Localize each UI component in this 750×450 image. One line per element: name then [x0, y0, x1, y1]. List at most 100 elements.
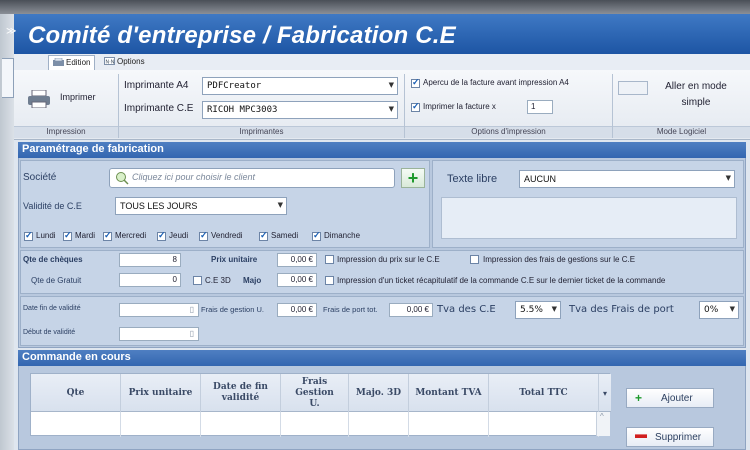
texte-libre-panel: Texte libre AUCUN ▼: [432, 160, 744, 248]
day-vendredi-checkbox[interactable]: [199, 230, 208, 241]
minus-icon: ▬: [635, 427, 647, 441]
apercu-checkbox[interactable]: [411, 77, 420, 88]
ce3d-checkbox[interactable]: [193, 276, 202, 285]
title-bar: ≫ Comité d'entreprise / Fabrication C.E: [6, 14, 750, 54]
tva-port-label: Tva des Frais de port: [569, 304, 674, 315]
texte-libre-label: Texte libre: [447, 173, 498, 185]
grid-scrollbar[interactable]: ^: [596, 412, 610, 436]
commande-grid[interactable]: Qte Prix unitaire Date de fin validité F…: [30, 373, 611, 437]
validite-value: TOUS LES JOURS: [120, 201, 198, 211]
qte-cheques-input[interactable]: 8: [119, 253, 181, 267]
tab-edition-label: Edition: [66, 58, 91, 67]
day-lundi-checkbox[interactable]: [24, 230, 33, 241]
supprimer-button[interactable]: ▬ Supprimer: [626, 427, 714, 447]
ajouter-label: Ajouter: [661, 393, 693, 404]
day-dimanche-checkbox[interactable]: [312, 230, 321, 241]
texte-libre-value: AUCUN: [524, 174, 557, 184]
mode-simple-button[interactable]: Aller en mode simple: [618, 77, 736, 117]
add-client-button[interactable]: +: [401, 168, 425, 188]
group-caption-mode: Mode Logiciel: [613, 126, 750, 138]
edition-icon: [53, 57, 64, 66]
debut-label: Début de validité: [23, 329, 76, 336]
col-montant-tva[interactable]: Montant TVA: [409, 374, 489, 412]
dropdown-arrow-icon: ▼: [388, 81, 394, 89]
frais-port-input[interactable]: 0,00 €: [389, 303, 433, 317]
scroll-up-icon[interactable]: ^: [600, 412, 604, 421]
col-qte[interactable]: Qte: [31, 374, 121, 412]
ribbon-tab-bar: Edition N·N Options: [14, 54, 750, 70]
dropdown-arrow-icon: ▼: [388, 105, 394, 113]
qte-gratuit-input[interactable]: 0: [119, 273, 181, 287]
ajouter-button[interactable]: + Ajouter: [626, 388, 714, 408]
plus-icon: +: [407, 168, 419, 188]
impression-prix-checkbox[interactable]: [325, 255, 334, 264]
tva-ce-value: 5.5%: [520, 305, 543, 315]
dates-tva-panel: Date fin de validité ▯ Frais de gestion …: [20, 296, 744, 346]
parametrage-header: Paramétrage de fabrication: [18, 142, 746, 158]
ce3d-label: C.E 3D: [205, 276, 231, 285]
impression-ticket-checkbox[interactable]: [325, 276, 334, 285]
grid-column: [31, 412, 121, 437]
printer-ce-value: RICOH MPC3003: [207, 105, 278, 115]
window-menu-icon[interactable]: ≫: [6, 26, 16, 37]
printer-ce-select[interactable]: RICOH MPC3003 ▼: [202, 101, 398, 119]
date-fin-input[interactable]: ▯: [119, 303, 199, 317]
texte-libre-select[interactable]: AUCUN ▼: [519, 170, 735, 188]
apercu-label: Apercu de la facture avant impression A4: [423, 78, 569, 87]
day-jeudi-label: Jeudi: [169, 231, 189, 240]
tab-edition[interactable]: Edition: [48, 55, 96, 70]
grid-header-dropdown-icon[interactable]: ▾: [599, 374, 611, 412]
texte-libre-area[interactable]: [441, 197, 737, 239]
tab-options[interactable]: N·N Options: [100, 55, 149, 70]
day-jeudi-checkbox[interactable]: [157, 230, 166, 241]
imprimer-facture-checkbox[interactable]: [411, 101, 420, 112]
impression-frais-checkbox[interactable]: [470, 255, 479, 264]
validite-label: Validité de C.E: [23, 201, 82, 211]
printer-icon: [28, 89, 50, 110]
group-caption-impression: Impression: [14, 126, 118, 138]
group-caption-options: Options d'impression: [405, 126, 612, 138]
desktop-top-strip: [0, 0, 750, 14]
impression-frais-label: Impression des frais de gestions sur le …: [483, 255, 636, 264]
mode-simple-label: Aller en mode simple: [665, 81, 727, 108]
majo-input[interactable]: 0,00 €: [277, 273, 317, 287]
dropdown-arrow-icon: ▼: [277, 201, 283, 209]
prix-unitaire-input[interactable]: 0,00 €: [277, 253, 317, 267]
col-date-fin[interactable]: Date de fin validité: [201, 374, 281, 412]
frais-port-label: Frais de port tot.: [323, 305, 378, 314]
col-frais-gestion[interactable]: Frais Gestion U.: [281, 374, 349, 412]
majo-label: Majo: [243, 276, 262, 285]
day-mercredi-checkbox[interactable]: [103, 230, 112, 241]
mode-icon: [618, 81, 648, 95]
debut-input[interactable]: ▯: [119, 327, 199, 341]
tva-ce-select[interactable]: 5.5% ▼: [515, 301, 561, 319]
options-icon: N·N: [104, 57, 115, 66]
day-samedi-checkbox[interactable]: [259, 230, 268, 241]
imprimer-button[interactable]: Imprimer: [22, 78, 110, 120]
plus-icon: +: [635, 391, 643, 405]
side-tab[interactable]: [2, 58, 14, 98]
day-vendredi-label: Vendredi: [211, 231, 243, 240]
societe-label: Société: [23, 172, 57, 183]
tva-port-value: 0%: [704, 305, 719, 315]
col-prix-unitaire[interactable]: Prix unitaire: [121, 374, 201, 412]
societe-input[interactable]: Cliquez ici pour choisir le client: [109, 168, 395, 188]
day-mardi-checkbox[interactable]: [63, 230, 72, 241]
dropdown-arrow-icon: ▼: [725, 174, 731, 182]
day-dimanche-label: Dimanche: [324, 231, 361, 240]
day-samedi-label: Samedi: [271, 231, 299, 240]
calendar-icon[interactable]: ▯: [190, 329, 194, 338]
col-total-ttc[interactable]: Total TTC: [489, 374, 599, 412]
frais-gestion-input[interactable]: 0,00 €: [277, 303, 317, 317]
printer-a4-select[interactable]: PDFCreator ▼: [202, 77, 398, 95]
tva-port-select[interactable]: 0% ▼: [699, 301, 739, 319]
day-lundi-label: Lundi: [36, 231, 56, 240]
supprimer-label: Supprimer: [655, 432, 702, 443]
client-panel: Société Cliquez ici pour choisir le clie…: [20, 160, 430, 248]
validite-select[interactable]: TOUS LES JOURS ▼: [115, 197, 287, 215]
qte-gratuit-label: Qte de Gratuit: [31, 276, 82, 285]
societe-placeholder: Cliquez ici pour choisir le client: [132, 172, 256, 182]
copies-input[interactable]: 1: [527, 100, 553, 114]
col-majo-3d[interactable]: Majo. 3D: [349, 374, 409, 412]
calendar-icon[interactable]: ▯: [190, 305, 194, 314]
